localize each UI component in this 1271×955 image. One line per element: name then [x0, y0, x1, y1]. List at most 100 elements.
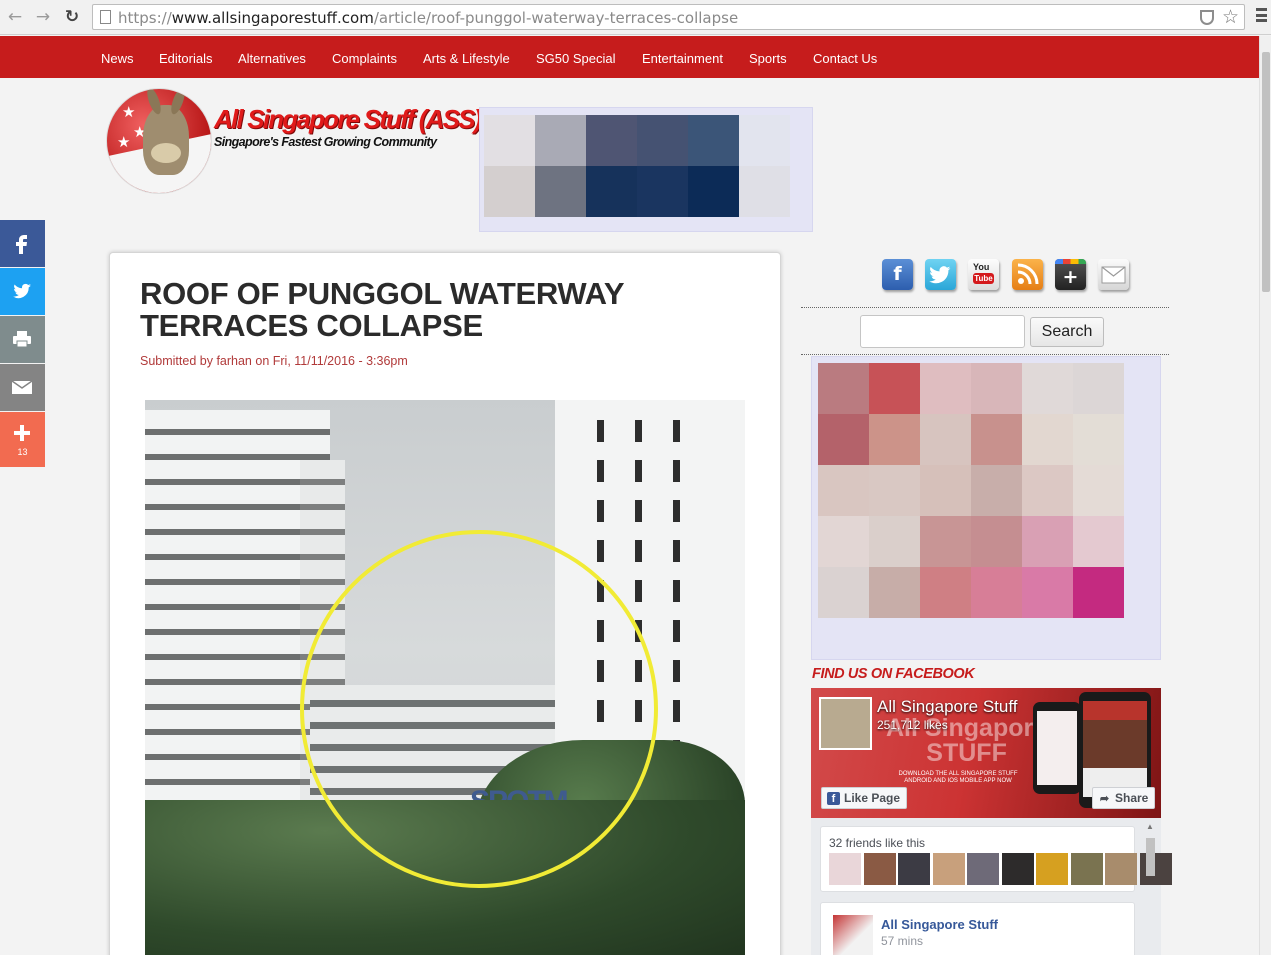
search-input[interactable] [860, 315, 1025, 348]
post-author[interactable]: All Singapore Stuff [881, 917, 998, 932]
share-facebook-button[interactable] [0, 220, 45, 267]
main-nav: News Editorials Alternatives Complaints Arts… [0, 36, 1259, 78]
nav-item-contact-us[interactable]: Contact Us [813, 51, 877, 66]
fb-share-button[interactable]: ➦ Share [1092, 787, 1156, 809]
share-email-button[interactable] [0, 364, 45, 411]
bookmark-star-icon[interactable]: ☆ [1222, 6, 1239, 28]
article-photo[interactable]: SPOTM [145, 400, 745, 955]
friend-avatar[interactable] [1001, 853, 1034, 885]
ad-pixel [1022, 465, 1073, 516]
nav-item-alternatives[interactable]: Alternatives [238, 51, 306, 66]
divider [801, 307, 1169, 308]
page-scrollbar[interactable] [1259, 36, 1271, 955]
sidebar-twitter-link[interactable] [925, 259, 956, 290]
nav-item-entertainment[interactable]: Entertainment [642, 51, 723, 66]
nav-item-complaints[interactable]: Complaints [332, 51, 397, 66]
fb-like-label: Like Page [844, 791, 901, 805]
site-title[interactable]: All Singapore Stuff (ASS) [214, 104, 482, 135]
ad-pixel [971, 363, 1022, 414]
twitter-icon [13, 283, 31, 299]
friends-box: 32 friends like this [820, 826, 1172, 892]
post-time[interactable]: 57 mins [881, 934, 923, 948]
ad-pixel [1073, 465, 1124, 516]
ad-pixel [869, 516, 920, 567]
nav-item-sports[interactable]: Sports [749, 51, 787, 66]
donkey-ear [144, 89, 164, 116]
fb-page-name[interactable]: All Singapore Stuff [877, 697, 1018, 717]
sidebar-rss-link[interactable] [1012, 259, 1043, 290]
ad-pixel [1022, 567, 1073, 618]
header-ad-banner[interactable] [479, 107, 813, 232]
ad-pixel [869, 363, 920, 414]
window [673, 500, 680, 522]
window [673, 700, 680, 722]
friend-avatar[interactable] [1105, 853, 1137, 885]
printer-icon [13, 331, 31, 348]
site-tagline: Singapore's Fastest Growing Community [214, 135, 437, 149]
url-host: www.allsingaporestuff.com [171, 9, 374, 27]
browser-menu-icon[interactable] [1256, 8, 1267, 22]
window [597, 540, 604, 562]
ad-pixel [688, 166, 739, 217]
friend-avatar[interactable] [1070, 853, 1103, 885]
share-print-button[interactable] [0, 316, 45, 363]
ad-pixel [971, 567, 1022, 618]
youtube-bottom-text: Tube [973, 273, 994, 284]
ad-pixel [637, 166, 688, 217]
facebook-icon: f [893, 263, 902, 285]
ad-pixel [688, 115, 739, 166]
nav-item-editorials[interactable]: Editorials [159, 51, 212, 66]
page-icon [100, 10, 111, 24]
star-icon: ★ [122, 103, 136, 121]
sidebar-email-link[interactable] [1098, 259, 1129, 290]
fb-cover-caption: DOWNLOAD THE ALL SINGAPORE STUFF ANDROID… [898, 771, 1018, 784]
facebook-widget-heading: FIND US ON FACEBOOK [812, 666, 975, 682]
fb-like-page-button[interactable]: f Like Page [821, 787, 908, 809]
share-count: 13 [17, 447, 28, 457]
sidebar-facebook-link[interactable]: f [882, 259, 913, 290]
sidebar-youtube-link[interactable]: You Tube [968, 259, 999, 290]
facebook-feed-panel: 32 friends like this All Singapore Stuff… [811, 818, 1172, 955]
nav-item-sg50-special[interactable]: SG50 Special [536, 51, 616, 66]
shield-icon[interactable] [1200, 10, 1214, 25]
sidebar-google-plus-link[interactable]: + [1055, 259, 1086, 290]
window [673, 460, 680, 482]
friend-avatar[interactable] [863, 853, 896, 885]
nav-item-news[interactable]: News [101, 51, 134, 66]
fb-scroll-thumb[interactable] [1146, 838, 1155, 876]
friend-avatar[interactable] [898, 853, 930, 885]
share-twitter-button[interactable] [0, 268, 45, 315]
reload-icon[interactable]: ↻ [61, 6, 83, 28]
fb-cover-title-line2: STUFF [926, 739, 1007, 767]
site-logo[interactable]: ★ ★ ★ [106, 88, 212, 194]
url-text[interactable]: https://www.allsingaporestuff.com/articl… [118, 9, 738, 27]
phone-screen [1083, 701, 1147, 797]
ad-pixel [739, 166, 790, 217]
scrollbar-thumb[interactable] [1262, 52, 1270, 292]
window [673, 540, 680, 562]
friend-avatar[interactable] [829, 853, 861, 885]
forward-arrow-icon[interactable]: → [32, 6, 54, 28]
fb-page-avatar[interactable] [819, 697, 872, 750]
friend-avatar[interactable] [1036, 853, 1068, 885]
share-arrow-icon: ➦ [1099, 793, 1110, 805]
friend-avatar[interactable] [932, 853, 965, 885]
facebook-page-cover[interactable]: All Singapore STUFF DOWNLOAD THE ALL SING… [811, 688, 1161, 818]
ad-pixel [586, 166, 637, 217]
phone-screen [1037, 711, 1077, 785]
back-arrow-icon[interactable]: ← [4, 6, 26, 28]
share-more-button[interactable]: 13 [0, 412, 45, 467]
fb-feed-scrollbar[interactable]: ▲ [1144, 822, 1157, 955]
scroll-up-arrow-icon[interactable]: ▲ [1146, 822, 1154, 831]
star-icon: ★ [117, 133, 131, 151]
nav-item-arts-lifestyle[interactable]: Arts & Lifestyle [423, 51, 510, 66]
friend-avatar[interactable] [967, 853, 999, 885]
article-title: ROOF OF PUNGGOL WATERWAY TERRACES COLLAP… [140, 276, 624, 343]
post-avatar[interactable] [833, 915, 873, 955]
window [597, 500, 604, 522]
search-button[interactable]: Search [1030, 317, 1104, 347]
window [673, 420, 680, 442]
sidebar-ad-banner[interactable] [811, 356, 1161, 660]
address-bar[interactable]: https://www.allsingaporestuff.com/articl… [92, 4, 1245, 30]
author-link[interactable]: farhan [216, 354, 251, 368]
